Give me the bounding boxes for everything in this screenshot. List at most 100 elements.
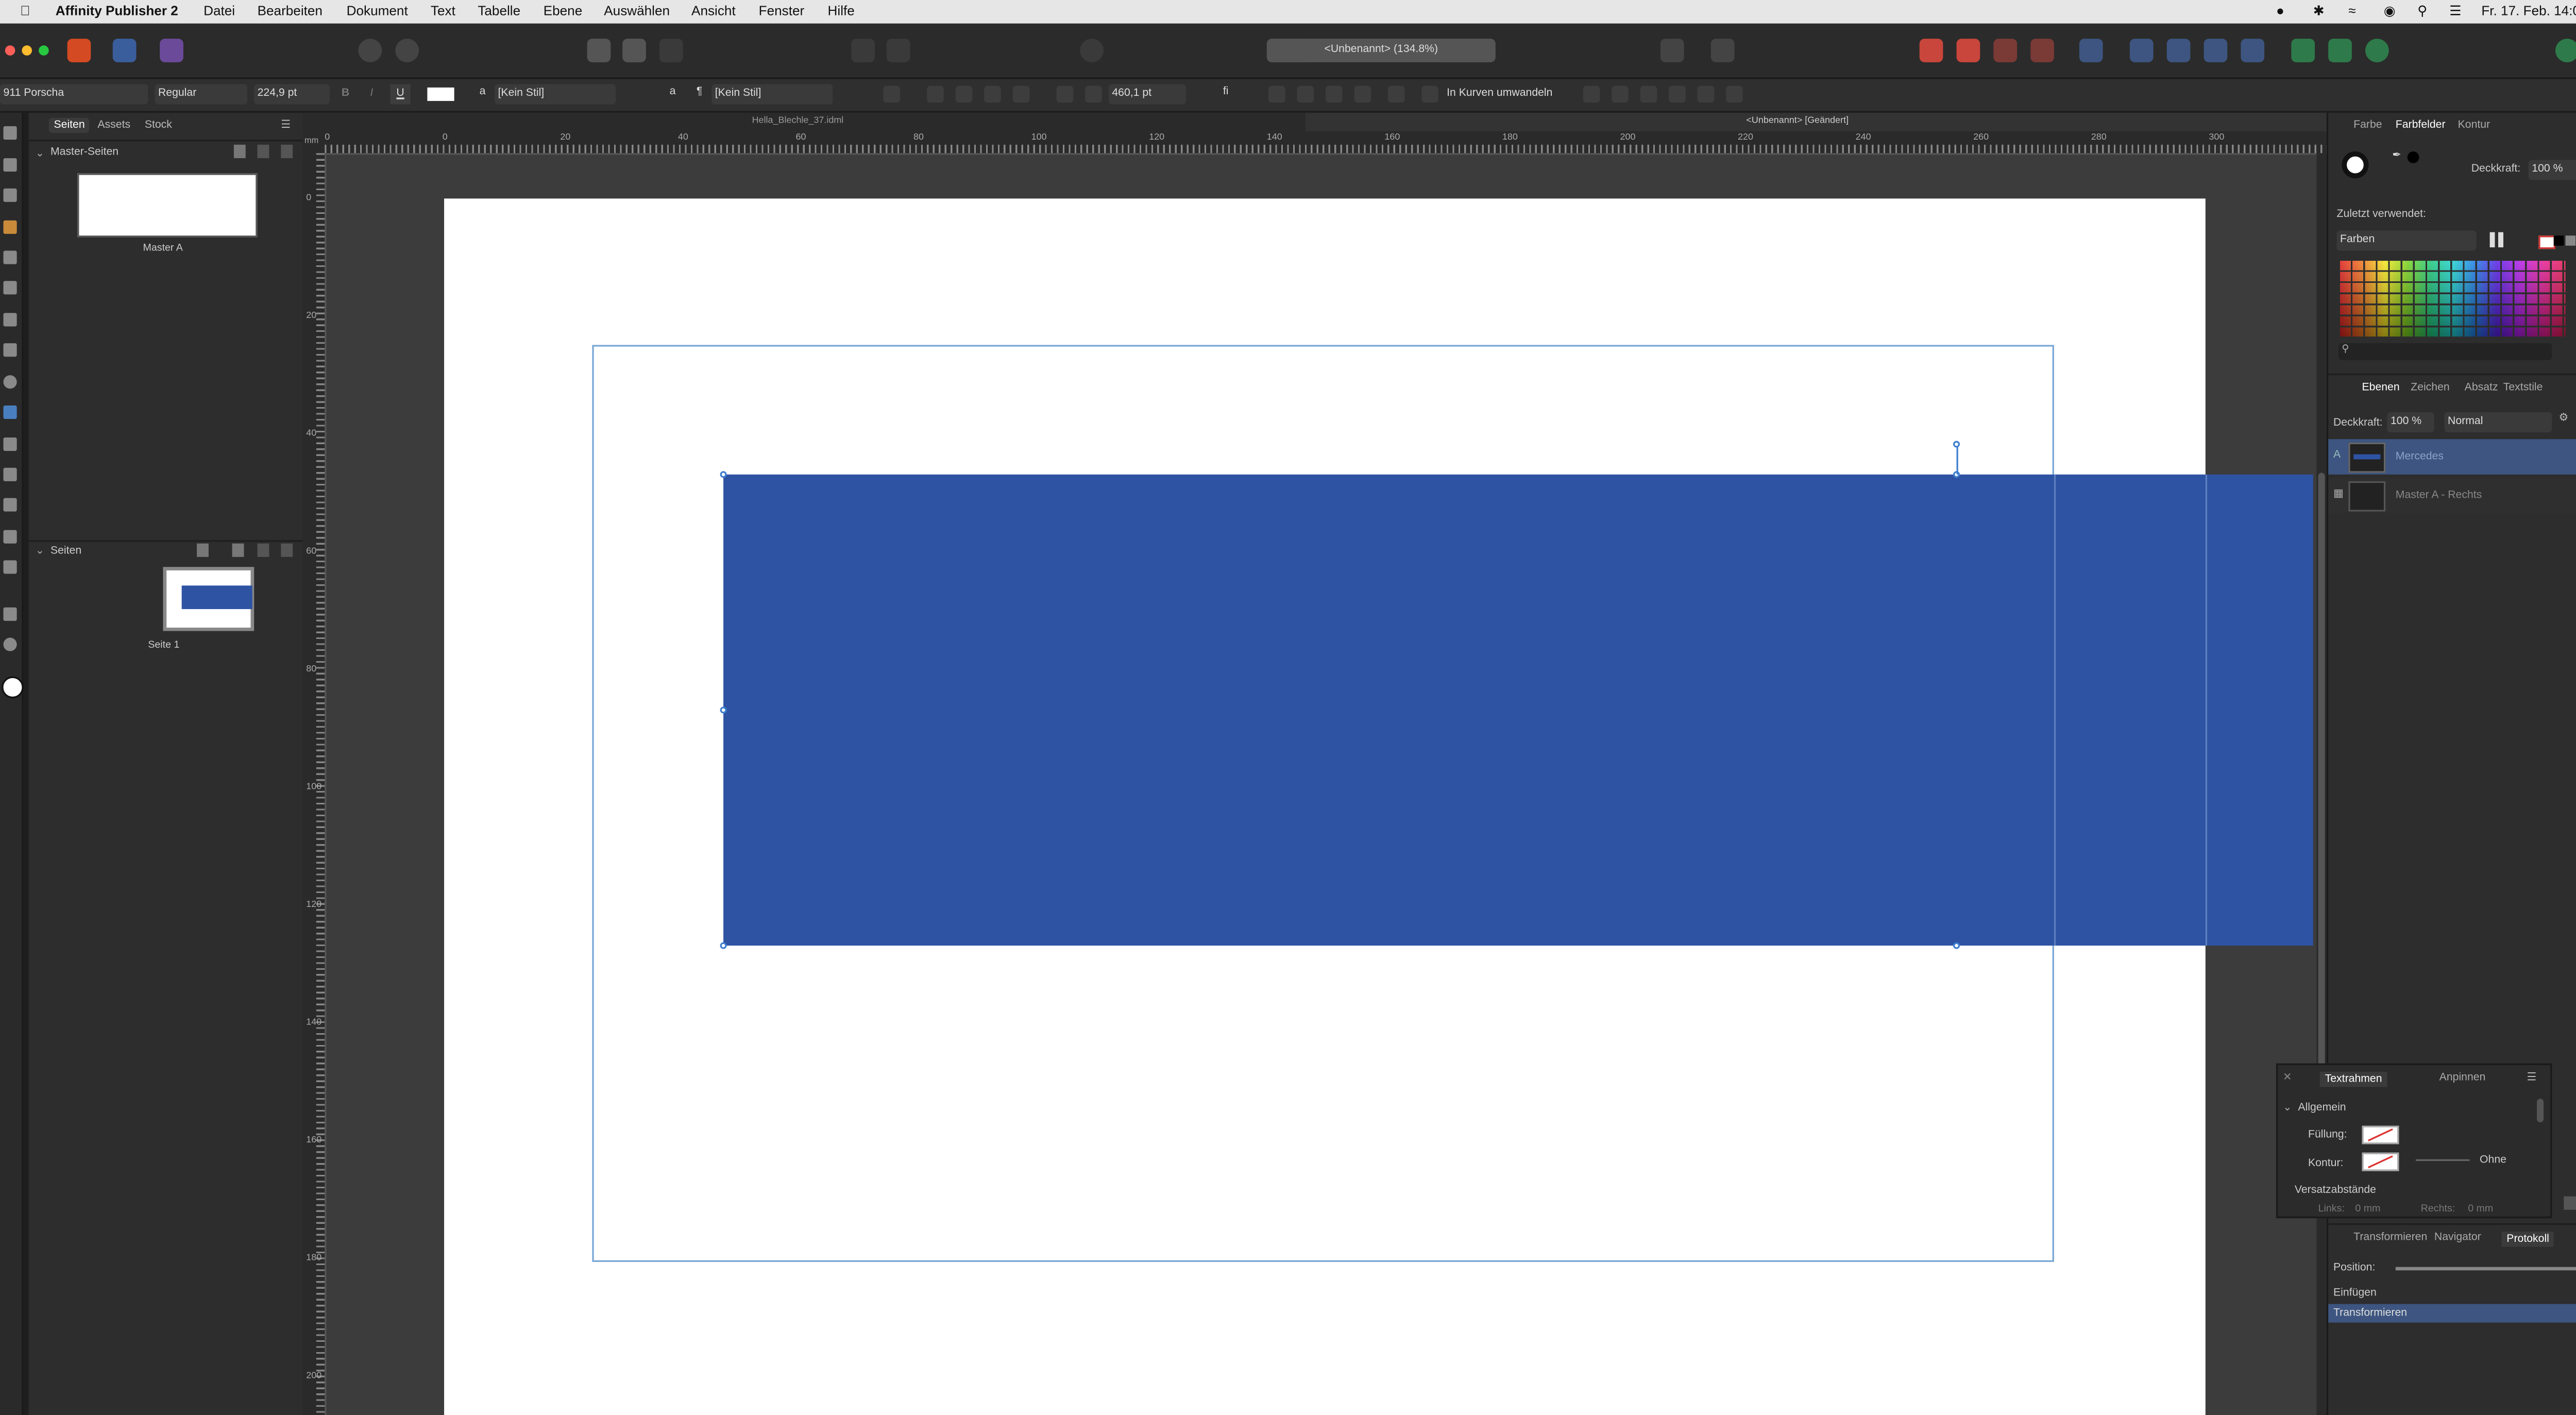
vertical-ruler[interactable]: 0 20 40 60 80 100 120 140 160 180 200 <box>302 153 327 1415</box>
pin-icon[interactable] <box>851 39 875 62</box>
left-offset-value[interactable]: 0 mm <box>2355 1205 2380 1215</box>
underline-button[interactable]: U <box>390 84 411 105</box>
valign-middle-button[interactable] <box>1612 86 1629 103</box>
preview-icon[interactable] <box>622 39 646 62</box>
font-family-select[interactable]: 911 Porscha <box>0 84 148 105</box>
hand-icon[interactable] <box>3 607 17 621</box>
opacity-field[interactable]: 100 % <box>2528 160 2576 180</box>
align-left-button[interactable] <box>927 86 944 103</box>
align-right-button[interactable] <box>984 86 1001 103</box>
snapping-icon[interactable] <box>395 39 419 62</box>
menu-ebene[interactable]: Ebene <box>544 4 583 19</box>
stroke-value[interactable]: Ohne <box>2480 1154 2506 1166</box>
arrange-front-icon[interactable] <box>2030 39 2054 62</box>
frame-text-tool-icon[interactable] <box>3 188 17 202</box>
frame-grid-button[interactable] <box>1326 86 1343 103</box>
pen-tool-icon[interactable] <box>3 281 17 295</box>
valign-justify-button[interactable] <box>1669 86 1686 103</box>
doc-tab-idml[interactable]: Hella_Blechle_37.idml <box>752 116 844 126</box>
menu-ansicht[interactable]: Ansicht <box>691 4 736 19</box>
tab-assets[interactable]: Assets <box>97 120 130 131</box>
color-swatch-grid[interactable] <box>2340 261 2566 337</box>
para-style-select[interactable]: [Kein Stil] <box>711 84 833 105</box>
black-swatch-small[interactable] <box>2553 235 2564 246</box>
selection-handle[interactable] <box>720 471 727 478</box>
artistic-text-tool-icon[interactable] <box>3 250 17 264</box>
tab-ebenen[interactable]: Ebenen <box>2362 382 2399 394</box>
menu-datei[interactable]: Datei <box>204 4 235 19</box>
duplicate-master-icon[interactable] <box>257 144 269 158</box>
baseline-button[interactable] <box>1697 86 1715 103</box>
font-size-field[interactable]: 224,9 pt <box>254 84 330 105</box>
crop-tool-icon[interactable] <box>3 467 17 481</box>
tab-seiten[interactable]: Seiten <box>48 117 90 133</box>
font-style-select[interactable]: Regular <box>155 84 247 105</box>
distribute-button[interactable] <box>1726 86 1743 103</box>
valign-top-button[interactable] <box>1583 86 1600 103</box>
tab-navigator[interactable]: Navigator <box>2434 1232 2481 1243</box>
menu-bearbeiten[interactable]: Bearbeiten <box>258 4 323 19</box>
add-master-icon[interactable] <box>233 144 246 158</box>
boolean-subtract-icon[interactable] <box>2328 39 2352 62</box>
move-tool-icon[interactable] <box>3 126 17 140</box>
none-swatch[interactable] <box>2538 235 2555 249</box>
frame-anchor-button[interactable] <box>1268 86 1285 103</box>
align-icon[interactable] <box>2079 39 2103 62</box>
menu-fenster[interactable]: Fenster <box>759 4 805 19</box>
arrange-backward-icon[interactable] <box>1956 39 1980 62</box>
tab-kontur[interactable]: Kontur <box>2458 120 2490 131</box>
vertical-scrollbar[interactable] <box>2316 153 2327 1415</box>
history-item-selected[interactable]: Transformieren <box>2328 1304 2576 1323</box>
page-thumbnail[interactable] <box>163 567 255 631</box>
master-apply-icon[interactable] <box>197 543 209 557</box>
panel-scrollbar[interactable] <box>2537 1099 2544 1122</box>
fill-swatch[interactable] <box>2 676 24 699</box>
rectangle-tool-icon[interactable] <box>3 313 17 327</box>
tab-absatz[interactable]: Absatz <box>2465 382 2498 394</box>
designer-persona-icon[interactable] <box>112 39 137 62</box>
layer-row-mercedes[interactable]: A Mercedes <box>2328 439 2576 475</box>
italic-button[interactable]: I <box>370 88 373 99</box>
layer-opacity-field[interactable]: 100 % <box>2387 412 2434 433</box>
paragraph-button[interactable] <box>883 86 900 103</box>
canvas-area[interactable]: Hella_Blechle_37.idml <Unbenannt> [Geänd… <box>302 112 2327 1415</box>
blue-rectangle[interactable] <box>723 474 2313 946</box>
rotation-handle[interactable] <box>1953 441 1960 448</box>
tab-textstile[interactable]: Textstile <box>2503 382 2543 394</box>
duplicate-page-icon[interactable] <box>257 543 269 557</box>
layer-name[interactable]: Mercedes <box>2396 451 2444 463</box>
search-icon[interactable]: ⚲ <box>2417 4 2427 19</box>
close-window-button[interactable] <box>5 45 15 56</box>
gear-icon[interactable] <box>358 39 382 62</box>
layer-name[interactable]: Master A - Rechts <box>2396 490 2482 501</box>
photo-persona-icon[interactable] <box>160 39 183 62</box>
boolean-intersect-icon[interactable] <box>2365 39 2389 62</box>
tab-farbfelder[interactable]: Farbfelder <box>2396 120 2446 131</box>
control-center-icon[interactable]: ☰ <box>2449 4 2461 19</box>
tab-zeichen[interactable]: Zeichen <box>2411 382 2450 394</box>
history-item[interactable]: Einfügen <box>2333 1287 2377 1299</box>
settings-icon[interactable]: ⚙ <box>2559 411 2569 424</box>
align-center-button[interactable] <box>955 86 973 103</box>
zoom-window-button[interactable] <box>39 45 49 56</box>
frame-wrap-button[interactable] <box>1387 86 1405 103</box>
text-color-swatch[interactable] <box>427 87 454 101</box>
add-layer-icon[interactable] <box>2564 1196 2576 1210</box>
menu-auswaehlen[interactable]: Auswählen <box>604 4 670 19</box>
bluetooth-icon[interactable]: ✱ <box>2313 4 2325 19</box>
valign-bottom-button[interactable] <box>1640 86 1657 103</box>
convert-curves-button[interactable]: In Kurven umwandeln <box>1447 88 1552 99</box>
minimize-window-button[interactable] <box>22 45 32 56</box>
zoom-icon[interactable] <box>3 637 17 651</box>
chevron-down-icon[interactable]: ⌄ <box>2283 1101 2292 1114</box>
publisher-persona-icon[interactable] <box>67 39 91 62</box>
grey-swatch[interactable] <box>2565 235 2576 246</box>
chevron-down-icon[interactable]: ⌄ <box>36 544 45 557</box>
hyphen-icon[interactable] <box>1710 39 1735 62</box>
bold-button[interactable]: B <box>342 88 349 99</box>
transparency-tool-icon[interactable] <box>3 530 17 544</box>
selection-handle[interactable] <box>720 942 727 949</box>
menu-icon[interactable]: ☰ <box>2527 1070 2536 1084</box>
node-tool-icon[interactable] <box>3 158 17 172</box>
frame-fit-button[interactable] <box>1297 86 1314 103</box>
